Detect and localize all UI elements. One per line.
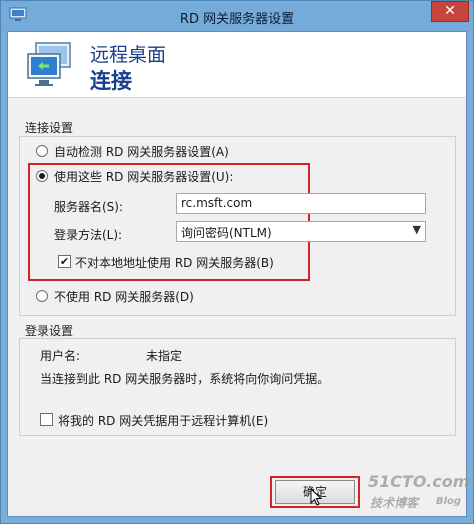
watermark-tech-blog: 技术博客 [370, 496, 419, 510]
logon-settings-group: 用户名: 未指定 当连接到此 RD 网关服务器时，系统将向你询问凭据。 将我的 … [19, 338, 456, 436]
watermark-51cto: 51CTO.com [368, 472, 470, 491]
use-these-label[interactable]: 使用这些 RD 网关服务器设置(U): [54, 168, 233, 185]
watermark-blog: Blog [436, 496, 462, 507]
chevron-down-icon: ▼ [412, 223, 421, 236]
username-label: 用户名: [40, 349, 81, 363]
header-subtitle: 远程桌面 [90, 44, 167, 66]
connection-settings-label: 连接设置 [25, 121, 74, 135]
username-value: 未指定 [146, 349, 183, 363]
use-credentials-checkbox[interactable] [40, 413, 53, 426]
auto-detect-radio[interactable] [36, 145, 48, 157]
dialog-header: 远程桌面 连接 [8, 32, 466, 98]
header-title: 连接 [90, 69, 132, 93]
dialog-body: 远程桌面 连接 连接设置 自动检测 RD 网关服务器设置(A) 使用这些 RD … [7, 31, 470, 517]
server-name-label: 服务器名(S): [54, 200, 124, 214]
logon-method-select[interactable]: 询问密码(NTLM) ▼ [176, 221, 426, 242]
bypass-local-label[interactable]: 不对本地地址使用 RD 网关服务器(B) [75, 254, 274, 271]
use-these-radio[interactable] [36, 170, 48, 182]
no-gateway-radio[interactable] [36, 290, 48, 302]
use-credentials-label[interactable]: 将我的 RD 网关凭据用于远程计算机(E) [58, 412, 268, 429]
mouse-cursor-icon [310, 488, 323, 506]
bypass-local-checkbox[interactable]: ✔ [58, 255, 71, 268]
window-title: RD 网关服务器设置 [179, 12, 295, 27]
title-bar[interactable]: RD 网关服务器设置 ✕ [1, 1, 473, 31]
connection-settings-group: 自动检测 RD 网关服务器设置(A) 使用这些 RD 网关服务器设置(U): 服… [19, 136, 456, 316]
no-gateway-label[interactable]: 不使用 RD 网关服务器(D) [54, 288, 194, 305]
logon-settings-label: 登录设置 [25, 324, 74, 338]
logon-method-label: 登录方法(L): [54, 228, 123, 242]
dialog-window: RD 网关服务器设置 ✕ 远程桌面 连接 连接设置 自动检测 RD 网关服务器设… [0, 0, 474, 524]
close-icon: ✕ [444, 3, 456, 19]
server-name-input[interactable]: rc.msft.com [176, 193, 426, 214]
logon-method-value: 询问密码(NTLM) [181, 226, 272, 240]
auto-detect-label[interactable]: 自动检测 RD 网关服务器设置(A) [54, 143, 229, 160]
remote-desktop-icon [27, 42, 71, 86]
close-button[interactable]: ✕ [431, 1, 469, 22]
credentials-info-text: 当连接到此 RD 网关服务器时，系统将向你询问凭据。 [40, 372, 330, 386]
